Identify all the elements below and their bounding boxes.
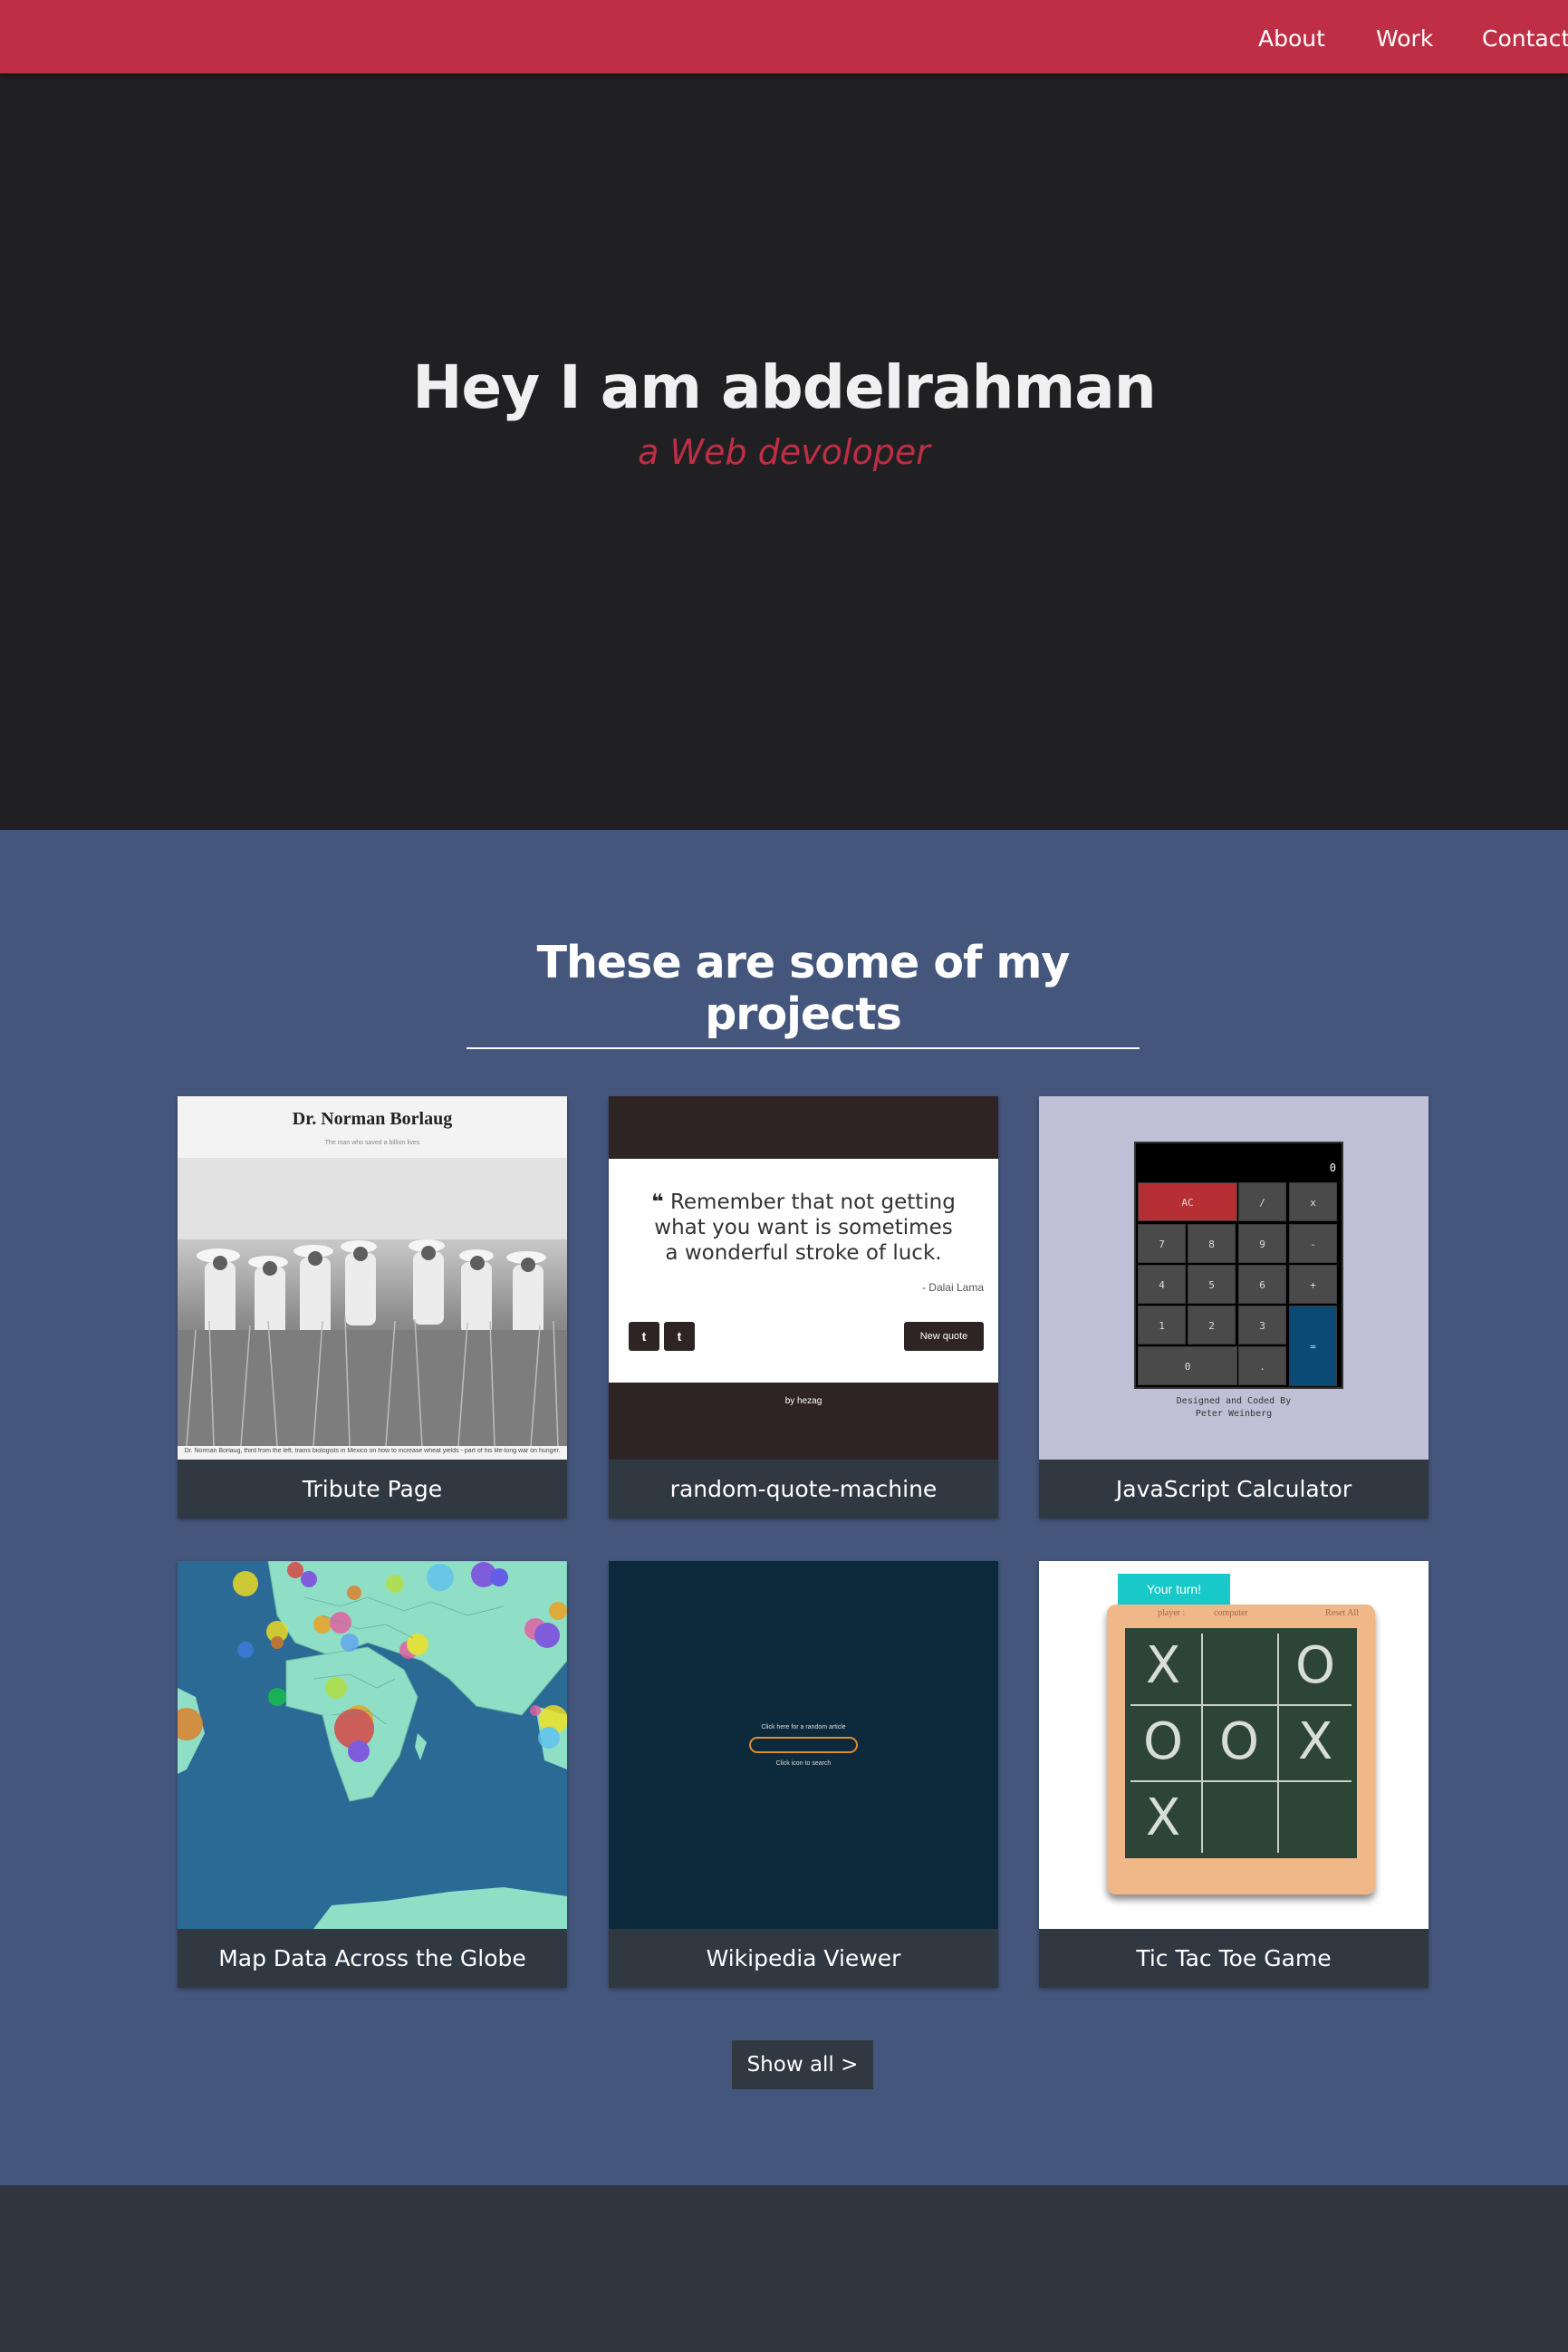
board-cell: O (1294, 1636, 1336, 1695)
project-title: random-quote-machine (669, 1476, 938, 1502)
preview-quote: Remember that not getting what you want … (654, 1190, 956, 1265)
project-tile-random-quote-machine[interactable]: ❝ Remember that not getting what you wan… (609, 1096, 998, 1518)
preview-quote-card: ❝ Remember that not getting what you wan… (609, 1159, 998, 1383)
preview-calc-footer-line: Designed and Coded By (1176, 1396, 1292, 1406)
preview-caption: Dr. Norman Borlaug, third from the left,… (184, 1448, 561, 1454)
calc-key: 9 (1238, 1224, 1286, 1263)
project-tile-tic-tac-toe[interactable]: player : computer Reset All X O O O X X … (1039, 1561, 1429, 1988)
hero-title: Hey I am abdelrahman (412, 352, 1157, 422)
preview-by: by hezag (784, 1396, 822, 1406)
preview-random-link: Click here for a random article (761, 1724, 846, 1730)
preview-ttt-board: X O O O X X (1125, 1628, 1357, 1858)
preview-ttt-reset: Reset All (1325, 1608, 1359, 1618)
project-title: JavaScript Calculator (1115, 1476, 1352, 1502)
preview-calc-footer-line: Peter Weinberg (1195, 1409, 1273, 1419)
calc-key: 7 (1138, 1224, 1186, 1263)
calc-key: 0 (1138, 1346, 1237, 1385)
calc-key: 4 (1138, 1265, 1186, 1304)
board-cell: X (1145, 1788, 1181, 1847)
board-cell: X (1145, 1636, 1181, 1695)
calc-key: x (1289, 1182, 1337, 1221)
preview-quote-text: ❝ Remember that not getting what you wan… (645, 1190, 962, 1266)
project-thumbnail: 0 AC / x 7 8 9 - 4 5 6 + 1 2 3 = 0 . Des… (1039, 1096, 1429, 1460)
nav-link-about[interactable]: About (1258, 25, 1325, 52)
preview-search-box (749, 1737, 858, 1753)
calc-key: AC (1138, 1182, 1237, 1221)
board-cell: X (1297, 1712, 1333, 1771)
project-tile-javascript-calculator[interactable]: 0 AC / x 7 8 9 - 4 5 6 + 1 2 3 = 0 . Des… (1039, 1096, 1429, 1518)
preview-photo (178, 1158, 567, 1447)
board-cell (1279, 1782, 1352, 1855)
calc-key: + (1289, 1265, 1337, 1304)
project-thumbnail (178, 1561, 567, 1929)
preview-search-hint: Click icon to search (775, 1760, 832, 1767)
projects-heading: These are some of my projects (467, 937, 1140, 1049)
preview-ttt-player: player : (1158, 1608, 1186, 1618)
show-all-button[interactable]: Show all > (732, 2040, 873, 2089)
calc-key: 3 (1238, 1306, 1286, 1345)
preview-calc-display: 0 (1329, 1162, 1336, 1174)
project-tile-tribute-page[interactable]: Dr. Norman Borlaug The man who saved a b… (178, 1096, 567, 1518)
project-thumbnail: player : computer Reset All X O O O X X … (1039, 1561, 1429, 1929)
welcome-section: Hey I am abdelrahman a Web devoloper (0, 73, 1568, 830)
project-title: Wikipedia Viewer (706, 1945, 901, 1971)
project-tile-wikipedia-viewer[interactable]: Click here for a random article Click ic… (609, 1561, 998, 1988)
preview-ttt-computer: computer (1214, 1608, 1248, 1618)
project-thumbnail: ❝ Remember that not getting what you wan… (609, 1096, 998, 1460)
calc-key: 5 (1188, 1265, 1236, 1304)
calc-key: 1 (1138, 1306, 1186, 1345)
project-title: Tic Tac Toe Game (1136, 1945, 1332, 1971)
calc-key: - (1289, 1224, 1337, 1263)
preview-ttt-turn: Your turn! (1118, 1574, 1230, 1605)
preview-world-map (178, 1561, 567, 1929)
preview-subtitle: The man who saved a billion lives (324, 1140, 420, 1146)
project-title: Map Data Across the Globe (218, 1945, 526, 1971)
preview-author: - Dalai Lama (921, 1281, 984, 1294)
calc-key: . (1238, 1346, 1286, 1385)
preview-title: Dr. Norman Borlaug (292, 1109, 453, 1129)
hero-subtitle: a Web devoloper (638, 432, 930, 472)
calc-key: 6 (1238, 1265, 1286, 1304)
board-cell (1203, 1782, 1275, 1855)
nav-link-contact[interactable]: Contact (1482, 25, 1568, 52)
preview-calculator: 0 AC / x 7 8 9 - 4 5 6 + 1 2 3 = 0 . (1134, 1142, 1343, 1389)
preview-calc-footer: Designed and Coded By Peter Weinberg (1039, 1395, 1429, 1421)
board-cell: O (1142, 1712, 1184, 1771)
board-cell (1203, 1630, 1275, 1702)
calc-key: 8 (1188, 1224, 1236, 1263)
project-title: Tribute Page (302, 1476, 443, 1502)
calc-key: = (1289, 1306, 1337, 1386)
top-navbar: About Work Contact (0, 0, 1568, 73)
nav-link-work[interactable]: Work (1376, 25, 1433, 52)
calc-key: / (1238, 1182, 1286, 1221)
project-thumbnail: Click here for a random article Click ic… (609, 1561, 998, 1929)
tumblr-icon: t (664, 1322, 695, 1351)
project-tile-map-data[interactable]: Map Data Across the Globe (178, 1561, 567, 1988)
calc-key: 2 (1188, 1306, 1236, 1345)
board-cell: O (1218, 1712, 1260, 1771)
twitter-icon: t (629, 1322, 659, 1351)
projects-section: These are some of my projects Dr. Norman… (0, 830, 1568, 2185)
preview-ttt-frame: player : computer Reset All X O O O X X (1107, 1605, 1375, 1894)
preview-new-quote-button: New quote (904, 1322, 984, 1351)
quote-icon: ❝ (651, 1190, 664, 1214)
project-thumbnail: Dr. Norman Borlaug The man who saved a b… (178, 1096, 567, 1460)
footer (0, 2185, 1568, 2352)
